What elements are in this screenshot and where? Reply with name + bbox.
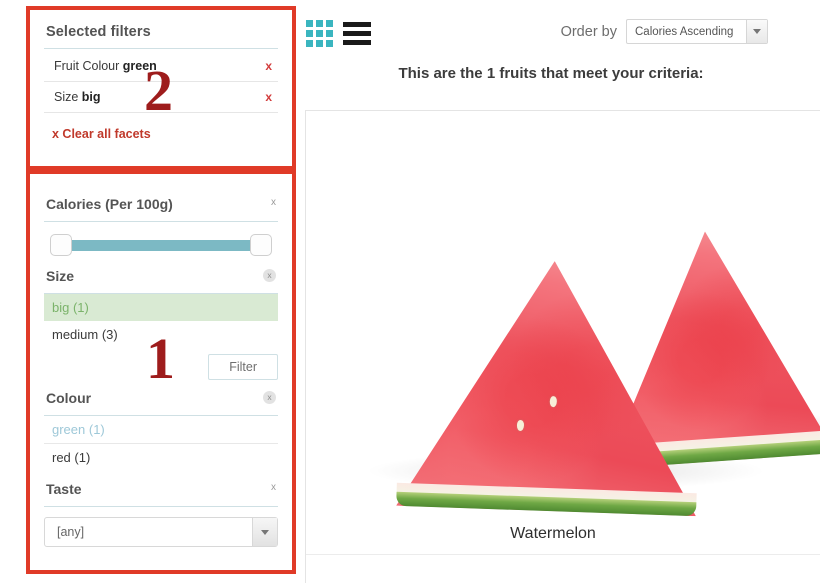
result-card-watermelon[interactable]: Watermelon (305, 110, 820, 583)
facets-panel: Calories (Per 100g) x Size x big (1) med… (30, 174, 292, 566)
slider-handle-min[interactable] (50, 234, 72, 256)
divider (44, 221, 278, 222)
selected-filter-row-size[interactable]: Size big x (44, 82, 278, 113)
divider (44, 415, 278, 416)
order-by-value: Calories Ascending (635, 25, 734, 38)
chevron-down-icon[interactable] (252, 518, 277, 546)
taste-select[interactable]: [any] (44, 517, 278, 547)
selected-filter-row-colour[interactable]: Fruit Colour green x (44, 51, 278, 82)
order-by-control: Order by Calories Ascending (561, 19, 768, 44)
close-icon[interactable]: x (271, 482, 276, 493)
close-icon[interactable]: x (263, 269, 276, 282)
facet-header-taste: Taste x (44, 481, 278, 507)
view-toggle-toolbar (306, 20, 371, 47)
results-summary-text: This are the 1 fruits that meet your cri… (398, 65, 704, 82)
selected-filter-label: Size big (54, 90, 101, 104)
filter-button-row: Filter (44, 354, 278, 380)
slider-track[interactable] (64, 240, 258, 251)
calories-range-slider[interactable] (50, 232, 272, 258)
watermelon-photo (306, 111, 820, 511)
facet-title-calories: Calories (Per 100g) (46, 196, 173, 212)
taste-select-value: [any] (57, 525, 85, 539)
selected-filters-panel: Selected filters Fruit Colour green x Si… (30, 10, 292, 166)
result-item-name: Watermelon (510, 525, 596, 542)
results-area: Order by Calories Ascending This are the… (300, 0, 820, 583)
facet-option-colour-green[interactable]: green (1) (44, 416, 278, 444)
order-by-label: Order by (560, 23, 617, 40)
divider (44, 48, 278, 49)
selected-filter-label: Fruit Colour green (54, 59, 157, 73)
clear-all-facets-link[interactable]: x Clear all facets (52, 127, 278, 141)
chevron-down-icon[interactable] (746, 20, 767, 43)
facet-sidebar: Selected filters Fruit Colour green x Si… (30, 10, 292, 566)
facet-title-taste: Taste (46, 481, 82, 497)
divider (44, 506, 278, 507)
close-icon[interactable]: x (271, 197, 276, 208)
divider (44, 293, 278, 294)
slider-handle-max[interactable] (250, 234, 272, 256)
list-view-icon[interactable] (343, 22, 371, 45)
facet-title-colour: Colour (46, 390, 92, 406)
facet-title-size: Size (46, 268, 75, 284)
facet-header-colour: Colour x (44, 390, 278, 416)
close-icon[interactable]: x (263, 391, 276, 404)
remove-filter-icon[interactable]: x (265, 90, 272, 104)
order-by-select[interactable]: Calories Ascending (626, 19, 768, 44)
remove-filter-icon[interactable]: x (265, 59, 272, 73)
selected-filters-title: Selected filters (46, 24, 151, 40)
facet-option-size-big[interactable]: big (1) (44, 294, 278, 321)
facet-header-size: Size x (44, 268, 278, 294)
facet-option-size-medium[interactable]: medium (3) (44, 321, 278, 348)
facet-header-calories: Calories (Per 100g) x (44, 196, 278, 222)
filter-button[interactable]: Filter (208, 354, 278, 380)
grid-view-icon[interactable] (306, 20, 333, 47)
facet-option-colour-red[interactable]: red (1) (44, 444, 278, 471)
divider (306, 554, 820, 555)
